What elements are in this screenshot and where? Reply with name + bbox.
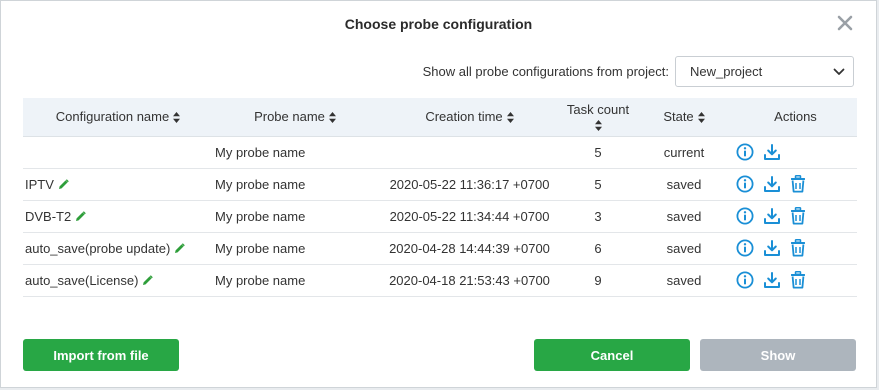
col-header-probe-name[interactable]: Probe name (213, 98, 377, 137)
download-icon[interactable] (763, 175, 781, 193)
config-name: DVB-T2 (25, 208, 72, 224)
info-icon[interactable] (736, 271, 754, 289)
actions-cell (734, 136, 857, 169)
trash-icon[interactable] (790, 271, 806, 289)
config-name: auto_save(License) (25, 272, 139, 288)
close-icon[interactable] (836, 14, 854, 32)
probe-name-cell: My probe name (213, 232, 377, 265)
info-icon[interactable] (736, 239, 754, 257)
state-cell: saved (634, 264, 734, 297)
actions-cell (734, 232, 857, 265)
state-cell: saved (634, 168, 734, 201)
sort-icon (594, 120, 602, 132)
creation-time-cell: 2020-04-28 14:44:39 +0700 (377, 232, 562, 265)
actions-cell (734, 168, 857, 201)
trash-icon[interactable] (790, 239, 806, 257)
download-icon[interactable] (763, 239, 781, 257)
creation-time-cell: 2020-05-22 11:36:17 +0700 (377, 168, 562, 201)
table-body: My probe name 5 current IPTV My probe na… (23, 136, 857, 297)
col-header-label: Task count (566, 102, 630, 118)
project-filter-label: Show all probe configurations from proje… (422, 64, 669, 79)
table-row[interactable]: auto_save(probe update) My probe name 20… (23, 232, 857, 265)
sort-icon (173, 111, 181, 123)
config-name-cell: auto_save(License) (23, 264, 213, 297)
config-name-cell: DVB-T2 (23, 200, 213, 233)
state-cell: saved (634, 200, 734, 233)
col-header-label: Configuration name (55, 108, 170, 124)
project-select[interactable]: New_project (675, 56, 854, 87)
download-icon[interactable] (763, 207, 781, 225)
import-from-file-button[interactable]: Import from file (23, 339, 179, 371)
col-header-label: Actions (774, 108, 817, 124)
chevron-down-icon (833, 68, 845, 75)
probe-config-dialog: Choose probe configuration Show all prob… (0, 0, 877, 388)
sort-icon (697, 111, 705, 123)
download-icon[interactable] (763, 143, 781, 161)
sort-icon (506, 111, 514, 123)
info-icon[interactable] (736, 207, 754, 225)
task-count-cell: 5 (562, 168, 634, 201)
table-row[interactable]: My probe name 5 current (23, 136, 857, 169)
download-icon[interactable] (763, 271, 781, 289)
sort-icon (328, 111, 336, 123)
task-count-cell: 3 (562, 200, 634, 233)
info-icon[interactable] (736, 143, 754, 161)
show-button[interactable]: Show (700, 339, 856, 371)
col-header-label: State (663, 108, 694, 124)
trash-icon[interactable] (790, 207, 806, 225)
creation-time-cell: 2020-05-22 11:34:44 +0700 (377, 200, 562, 233)
task-count-cell: 5 (562, 136, 634, 169)
pencil-icon[interactable] (75, 210, 87, 222)
table-row[interactable]: IPTV My probe name 2020-05-22 11:36:17 +… (23, 168, 857, 201)
col-header-label: Probe name (254, 108, 325, 124)
table-row[interactable]: auto_save(License) My probe name 2020-04… (23, 264, 857, 297)
col-header-state[interactable]: State (634, 98, 734, 137)
config-name-cell: IPTV (23, 168, 213, 201)
task-count-cell: 6 (562, 232, 634, 265)
actions-cell (734, 264, 857, 297)
probe-name-cell: My probe name (213, 168, 377, 201)
table-row[interactable]: DVB-T2 My probe name 2020-05-22 11:34:44… (23, 200, 857, 233)
pencil-icon[interactable] (58, 178, 69, 190)
project-filter: Show all probe configurations from proje… (423, 56, 854, 87)
dialog-title: Choose probe configuration (344, 16, 533, 32)
config-name-cell (23, 136, 213, 169)
probe-name-cell: My probe name (213, 264, 377, 297)
col-header-creation-time[interactable]: Creation time (377, 98, 562, 137)
col-header-actions: Actions (734, 98, 857, 137)
pencil-icon[interactable] (142, 274, 154, 286)
pencil-icon[interactable] (174, 242, 186, 254)
config-name-cell: auto_save(probe update) (23, 232, 213, 265)
probe-name-cell: My probe name (213, 136, 377, 169)
config-name: auto_save(probe update) (25, 240, 171, 256)
col-header-task-count[interactable]: Task count (562, 98, 634, 137)
col-header-label: Creation time (425, 108, 503, 124)
col-header-config-name[interactable]: Configuration name (23, 98, 213, 137)
creation-time-cell: 2020-04-18 21:53:43 +0700 (377, 264, 562, 297)
table-header-row: Configuration name Probe name Creation t… (23, 98, 857, 137)
project-select-value: New_project (690, 64, 763, 79)
config-name: IPTV (25, 176, 54, 192)
task-count-cell: 9 (562, 264, 634, 297)
cancel-button[interactable]: Cancel (534, 339, 690, 371)
creation-time-cell (377, 136, 562, 169)
state-cell: saved (634, 232, 734, 265)
trash-icon[interactable] (790, 175, 806, 193)
state-cell: current (634, 136, 734, 169)
configurations-table: Configuration name Probe name Creation t… (23, 98, 857, 297)
actions-cell (734, 200, 857, 233)
probe-name-cell: My probe name (213, 200, 377, 233)
info-icon[interactable] (736, 175, 754, 193)
